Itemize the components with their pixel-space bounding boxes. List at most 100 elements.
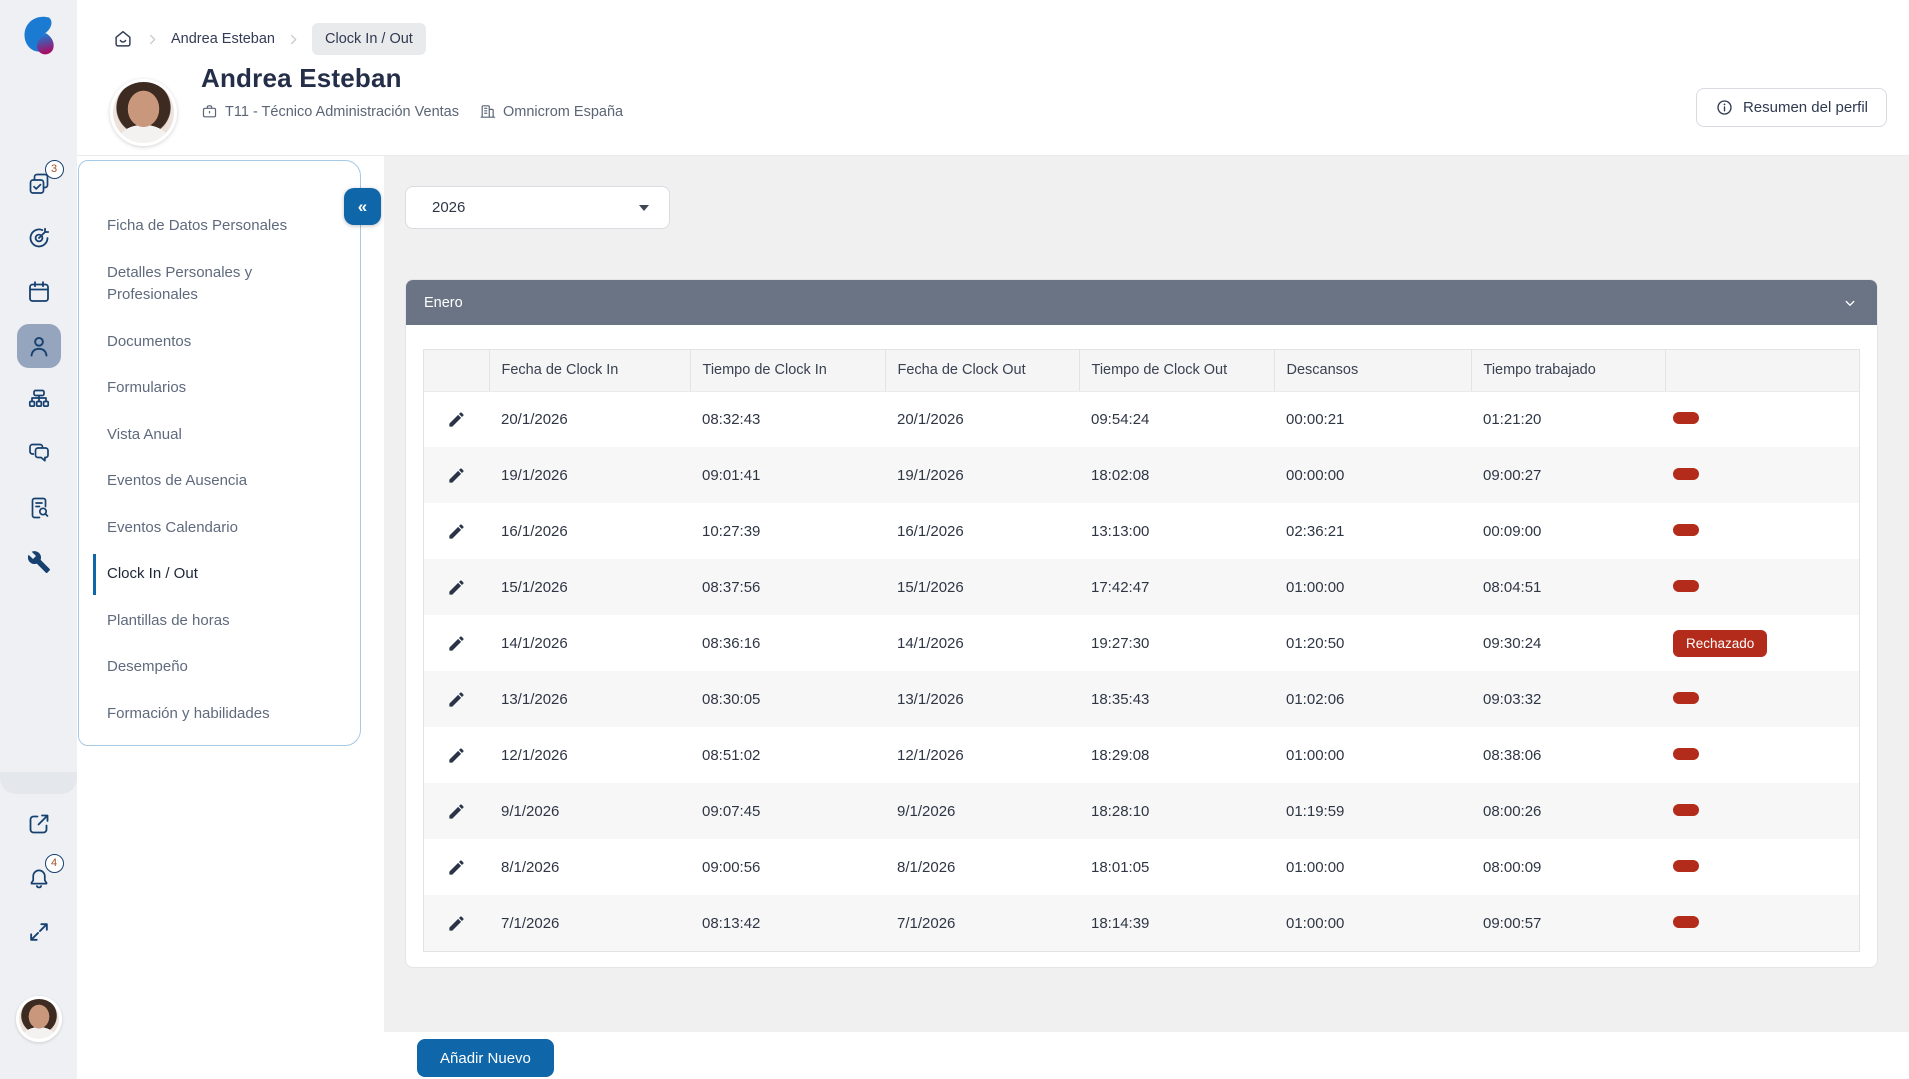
table-row: 19/1/2026 09:01:41 19/1/2026 18:02:08 00…	[424, 447, 1859, 503]
nav-item-label: Vista Anual	[107, 426, 182, 443]
home-icon[interactable]	[112, 28, 134, 50]
descansos: 01:02:06	[1274, 671, 1471, 727]
nav-item-detalles-personales-y-profesionales[interactable]: Detalles Personales y Profesionales	[93, 262, 336, 307]
fecha-clock-in: 9/1/2026	[489, 783, 690, 839]
descansos: 01:00:00	[1274, 559, 1471, 615]
year-select[interactable]: 2026	[405, 186, 670, 229]
nav-item-plantillas-de-horas[interactable]: Plantillas de horas	[93, 610, 336, 633]
icon-rail: 3	[0, 0, 77, 1079]
edit-entry-button[interactable]	[442, 685, 471, 714]
tiempo-clock-in: 09:07:45	[690, 783, 885, 839]
edit-entry-button[interactable]	[442, 629, 471, 658]
pencil-icon	[447, 802, 466, 821]
fecha-clock-in: 19/1/2026	[489, 447, 690, 503]
pencil-icon	[447, 410, 466, 429]
column-header	[1665, 350, 1859, 391]
nav-item-label: Eventos de Ausencia	[107, 472, 247, 489]
edit-entry-button[interactable]	[442, 909, 471, 938]
status-badge	[1673, 860, 1699, 872]
calendar-icon[interactable]	[17, 270, 61, 314]
tiempo-trabajado: 09:30:24	[1471, 615, 1665, 671]
column-header: Tiempo de Clock In	[690, 350, 885, 391]
pencil-icon	[447, 690, 466, 709]
month-accordion-header[interactable]: Enero	[406, 280, 1877, 325]
status-badge	[1673, 524, 1699, 536]
pencil-icon	[447, 578, 466, 597]
expand-icon[interactable]	[17, 910, 61, 954]
edit-entry-button[interactable]	[442, 741, 471, 770]
clock-table-wrap: Fecha de Clock InTiempo de Clock InFecha…	[423, 349, 1860, 952]
nav-item-clock-in-out[interactable]: Clock In / Out	[93, 563, 336, 586]
reports-icon[interactable]	[17, 486, 61, 530]
edit-entry-button[interactable]	[442, 573, 471, 602]
tiempo-clock-out: 18:02:08	[1079, 447, 1274, 503]
kenjo-logo-icon[interactable]	[20, 16, 58, 60]
employee-profile-icon[interactable]	[17, 324, 61, 368]
org-chart-icon[interactable]	[17, 378, 61, 422]
tiempo-clock-in: 10:27:39	[690, 503, 885, 559]
collapse-panel-button[interactable]: «	[344, 188, 381, 225]
table-body: 20/1/2026 08:32:43 20/1/2026 09:54:24 00…	[424, 391, 1859, 951]
page-title: Andrea Esteban	[201, 63, 623, 94]
chevron-down-icon	[1841, 294, 1859, 312]
chevron-right-icon	[145, 32, 160, 47]
tiempo-clock-in: 08:32:43	[690, 391, 885, 447]
fecha-clock-out: 14/1/2026	[885, 615, 1079, 671]
fecha-clock-in: 7/1/2026	[489, 895, 690, 951]
tasks-icon[interactable]: 3	[17, 162, 61, 206]
tiempo-clock-in: 08:37:56	[690, 559, 885, 615]
profile-summary-button[interactable]: Resumen del perfil	[1696, 88, 1887, 127]
status-badge	[1673, 916, 1699, 928]
notifications-icon[interactable]: 4	[17, 856, 61, 900]
nav-item-label: Formación y habilidades	[107, 705, 270, 722]
messages-icon[interactable]	[17, 432, 61, 476]
table-row: 14/1/2026 08:36:16 14/1/2026 19:27:30 01…	[424, 615, 1859, 671]
clock-table: Fecha de Clock InTiempo de Clock InFecha…	[424, 350, 1859, 951]
edit-entry-button[interactable]	[442, 797, 471, 826]
edit-entry-button[interactable]	[442, 517, 471, 546]
settings-icon[interactable]	[17, 540, 61, 584]
nav-item-vista-anual[interactable]: Vista Anual	[93, 424, 336, 447]
goals-icon[interactable]	[17, 216, 61, 260]
table-row: 12/1/2026 08:51:02 12/1/2026 18:29:08 01…	[424, 727, 1859, 783]
nav-item-formularios[interactable]: Formularios	[93, 377, 336, 400]
add-new-button[interactable]: Añadir Nuevo	[417, 1039, 554, 1077]
tiempo-clock-in: 09:01:41	[690, 447, 885, 503]
column-header: Descansos	[1274, 350, 1471, 391]
descansos: 01:19:59	[1274, 783, 1471, 839]
company-label: Omnicrom España	[503, 104, 623, 120]
status-badge	[1673, 804, 1699, 816]
breadcrumb-employee[interactable]: Andrea Esteban	[171, 31, 275, 47]
tiempo-trabajado: 09:00:57	[1471, 895, 1665, 951]
edit-entry-button[interactable]	[442, 405, 471, 434]
profile-summary-label: Resumen del perfil	[1743, 99, 1868, 116]
tiempo-trabajado: 00:09:00	[1471, 503, 1665, 559]
fecha-clock-in: 15/1/2026	[489, 559, 690, 615]
bottom-bar: Añadir Nuevo	[384, 1032, 1909, 1079]
tiempo-clock-in: 08:30:05	[690, 671, 885, 727]
tiempo-clock-out: 19:27:30	[1079, 615, 1274, 671]
nav-item-formaci-n-y-habilidades[interactable]: Formación y habilidades	[93, 703, 336, 726]
tiempo-clock-out: 18:35:43	[1079, 671, 1274, 727]
status-badge	[1673, 580, 1699, 592]
nav-item-eventos-de-ausencia[interactable]: Eventos de Ausencia	[93, 470, 336, 493]
user-avatar[interactable]	[16, 996, 62, 1042]
fecha-clock-out: 9/1/2026	[885, 783, 1079, 839]
breadcrumb-current[interactable]: Clock In / Out	[312, 23, 426, 55]
nav-item-eventos-calendario[interactable]: Eventos Calendario	[93, 517, 336, 540]
tiempo-clock-out: 17:42:47	[1079, 559, 1274, 615]
edit-entry-button[interactable]	[442, 461, 471, 490]
tiempo-clock-in: 08:36:16	[690, 615, 885, 671]
fecha-clock-in: 16/1/2026	[489, 503, 690, 559]
nav-item-label: Clock In / Out	[107, 565, 198, 582]
edit-entry-button[interactable]	[442, 853, 471, 882]
tiempo-clock-out: 09:54:24	[1079, 391, 1274, 447]
nav-item-documentos[interactable]: Documentos	[93, 331, 336, 354]
tiempo-trabajado: 08:38:06	[1471, 727, 1665, 783]
table-row: 7/1/2026 08:13:42 7/1/2026 18:14:39 01:0…	[424, 895, 1859, 951]
external-link-icon[interactable]	[17, 802, 61, 846]
table-row: 20/1/2026 08:32:43 20/1/2026 09:54:24 00…	[424, 391, 1859, 447]
nav-item-ficha-de-datos-personales[interactable]: Ficha de Datos Personales	[93, 215, 336, 238]
nav-item-desempe-o[interactable]: Desempeño	[93, 656, 336, 679]
tiempo-clock-out: 13:13:00	[1079, 503, 1274, 559]
